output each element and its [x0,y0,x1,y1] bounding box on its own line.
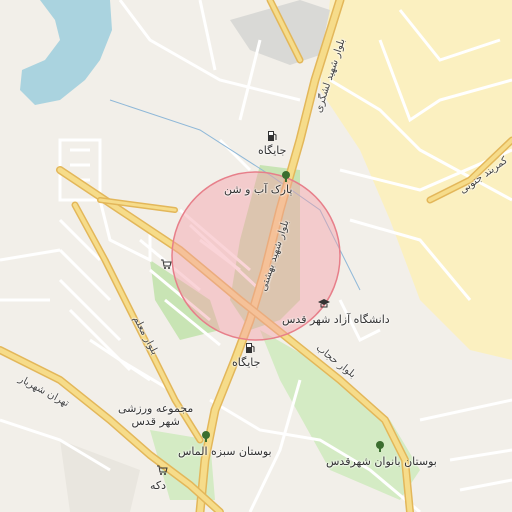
shop-cart-icon[interactable] [160,258,172,270]
shop-cart-icon[interactable] [156,464,168,476]
sports-complex-label-line2: شهر قدس [131,414,180,428]
map-base [0,0,512,512]
gas-station-label: جایگاه [232,356,261,369]
lake [20,0,112,105]
sports-complex-label: مجموعه ورزشی شهر قدس [118,402,194,428]
block-area [60,440,140,512]
university-icon[interactable] [318,298,330,310]
sports-complex-label-line1: مجموعه ورزشی [118,402,194,415]
park-almas-label: بوستان سبزه الماس [178,445,272,458]
fuel-icon[interactable] [244,342,256,354]
park-label: پارک آب و شن [224,183,293,196]
university-label: دانشگاه آزاد شهر قدس [282,313,390,326]
fuel-icon[interactable] [266,130,278,142]
map-view[interactable]: جایگاه جایگاه پارک آب و شن دانشگاه آزاد … [0,0,512,512]
built-area [230,0,330,65]
tree-icon[interactable] [280,170,292,182]
green-corridor [260,330,420,500]
tree-icon[interactable] [200,430,212,442]
shop-label: دکه [150,479,167,492]
park-banovan-label: بوستان بانوان شهرقدس [326,455,437,468]
tree-icon[interactable] [374,440,386,452]
gas-station-label: جایگاه [258,144,287,157]
